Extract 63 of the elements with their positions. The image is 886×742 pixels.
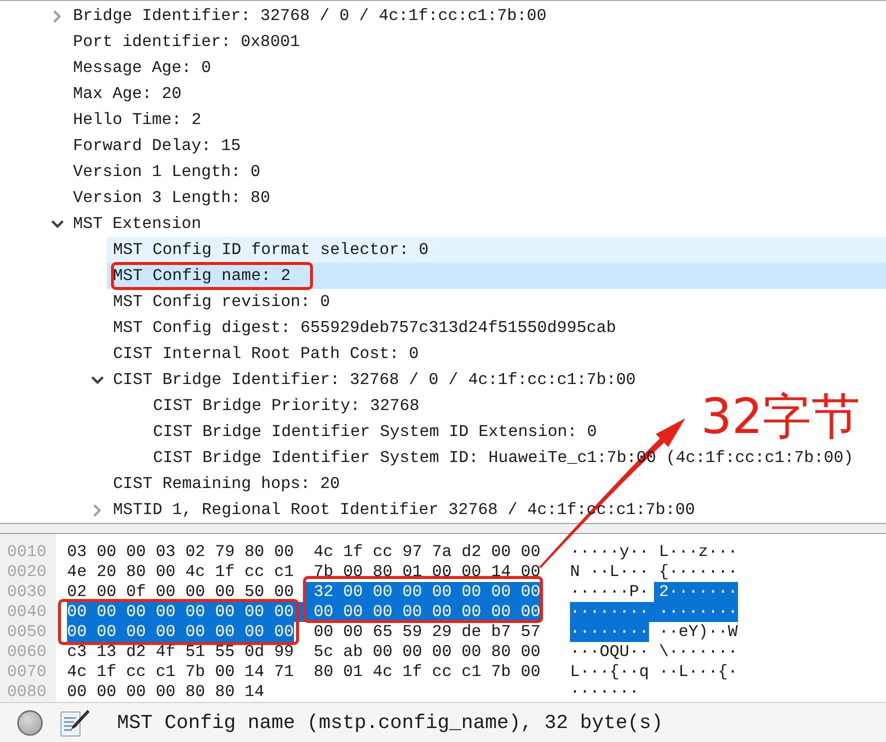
hex-bytes[interactable]: 03 00 00 03 02 79 80 00: [67, 542, 294, 562]
ascii-text[interactable]: ·······: [570, 682, 640, 702]
ascii-text[interactable]: L···{··q: [570, 662, 649, 682]
tree-item[interactable]: Hello Time: 2: [67, 107, 208, 133]
chevron-down-icon[interactable]: [50, 220, 64, 228]
hex-bytes[interactable]: 4c 1f cc c1 7b 00 14 71: [67, 662, 294, 682]
hex-bytes[interactable]: 00 00 00 00 00 00 00 00: [67, 602, 314, 622]
chevron-down-icon[interactable]: [90, 376, 104, 384]
tree-item[interactable]: Forward Delay: 15: [67, 133, 247, 159]
tree-item[interactable]: Port identifier: 0x8001: [67, 29, 306, 55]
hex-bytes[interactable]: 4e 20 80 00 4c 1f cc c1: [67, 562, 294, 582]
tree-item[interactable]: Bridge Identifier: 32768 / 0 / 4c:1f:cc:c1:7b:00: [67, 3, 552, 29]
byte-offset: 0030: [7, 582, 46, 602]
tree-item[interactable]: CIST Remaining hops: 20: [107, 471, 346, 497]
ascii-text[interactable]: ········: [658, 602, 738, 622]
tree-item[interactable]: CIST Internal Root Path Cost: 0: [107, 341, 425, 367]
ascii-text[interactable]: ···OQU··: [570, 642, 649, 662]
byte-offset: 0040: [7, 602, 46, 622]
ascii-text[interactable]: ·····y··: [570, 542, 649, 562]
hex-bytes[interactable]: 80 01 4c 1f cc c1 7b 00: [314, 662, 540, 682]
tree-item[interactable]: MST Config revision: 0: [107, 289, 336, 315]
hex-bytes[interactable]: 00 00 00 00 00 00 00 00: [314, 602, 540, 622]
status-dot-icon[interactable]: [17, 710, 43, 736]
status-text: MST Config name (mstp.config_name), 32 byte(s): [117, 710, 664, 736]
hex-bytes[interactable]: 7b 00 80 01 00 00 14 00: [314, 562, 540, 582]
tree-item[interactable]: MST Config ID format selector: 0: [107, 237, 886, 263]
ascii-text[interactable]: ··eY)··W: [658, 622, 738, 642]
byte-offset: 0080: [7, 682, 46, 702]
ascii-text[interactable]: \·······: [658, 642, 738, 662]
ascii-text[interactable]: ······P·: [570, 582, 649, 602]
byte-offset: 0060: [7, 642, 46, 662]
byte-offset: 0020: [7, 562, 46, 582]
tree-item[interactable]: Version 1 Length: 0: [67, 159, 266, 185]
tree-item[interactable]: CIST Bridge Priority: 32768: [147, 393, 426, 419]
chevron-right-icon[interactable]: [93, 504, 101, 516]
hex-bytes[interactable]: 00 00 00 00 80 80 14: [67, 682, 264, 702]
ascii-text[interactable]: {·······: [658, 562, 738, 582]
tree-item[interactable]: Message Age: 0: [67, 55, 218, 81]
ascii-text[interactable]: ··L···{·: [658, 662, 738, 682]
hex-bytes[interactable]: 4c 1f cc 97 7a d2 00 00: [314, 542, 540, 562]
ascii-text[interactable]: N ··L···: [570, 562, 649, 582]
tree-item[interactable]: CIST Bridge Identifier System ID Extension: 0: [147, 419, 603, 445]
ascii-text[interactable]: ········: [570, 602, 659, 622]
ascii-text[interactable]: L···z···: [658, 542, 738, 562]
hex-bytes[interactable]: 32 00 00 00 00 00 00 00: [304, 582, 540, 602]
ascii-text[interactable]: ········: [570, 622, 649, 642]
hex-bytes[interactable]: 00 00 65 59 29 de b7 57: [314, 622, 540, 642]
edit-icon[interactable]: [60, 708, 90, 738]
tree-item[interactable]: MST Extension: [67, 211, 208, 237]
byte-offset: 0070: [7, 662, 46, 682]
tree-item[interactable]: MST Config digest: 655929deb757c313d24f51550d995cab: [107, 315, 622, 341]
tree-item[interactable]: Max Age: 20: [67, 81, 188, 107]
tree-item[interactable]: Version 3 Length: 80: [67, 185, 276, 211]
hex-bytes[interactable]: 02 00 0f 00 00 00 50 00: [67, 582, 294, 602]
chevron-right-icon[interactable]: [53, 10, 61, 22]
tree-item[interactable]: CIST Bridge Identifier: 32768 / 0 / 4c:1f:cc:c1:7b:00: [107, 367, 642, 393]
hex-bytes[interactable]: 00 00 00 00 00 00 00 00: [67, 622, 294, 642]
ascii-text[interactable]: 2·······: [654, 582, 738, 602]
byte-offset: 0010: [7, 542, 46, 562]
byte-offset: 0050: [7, 622, 46, 642]
tree-item[interactable]: MST Config name: 2: [107, 263, 886, 289]
hex-bytes[interactable]: 5c ab 00 00 00 00 80 00: [314, 642, 540, 662]
callout-text: 32字节: [701, 388, 861, 446]
